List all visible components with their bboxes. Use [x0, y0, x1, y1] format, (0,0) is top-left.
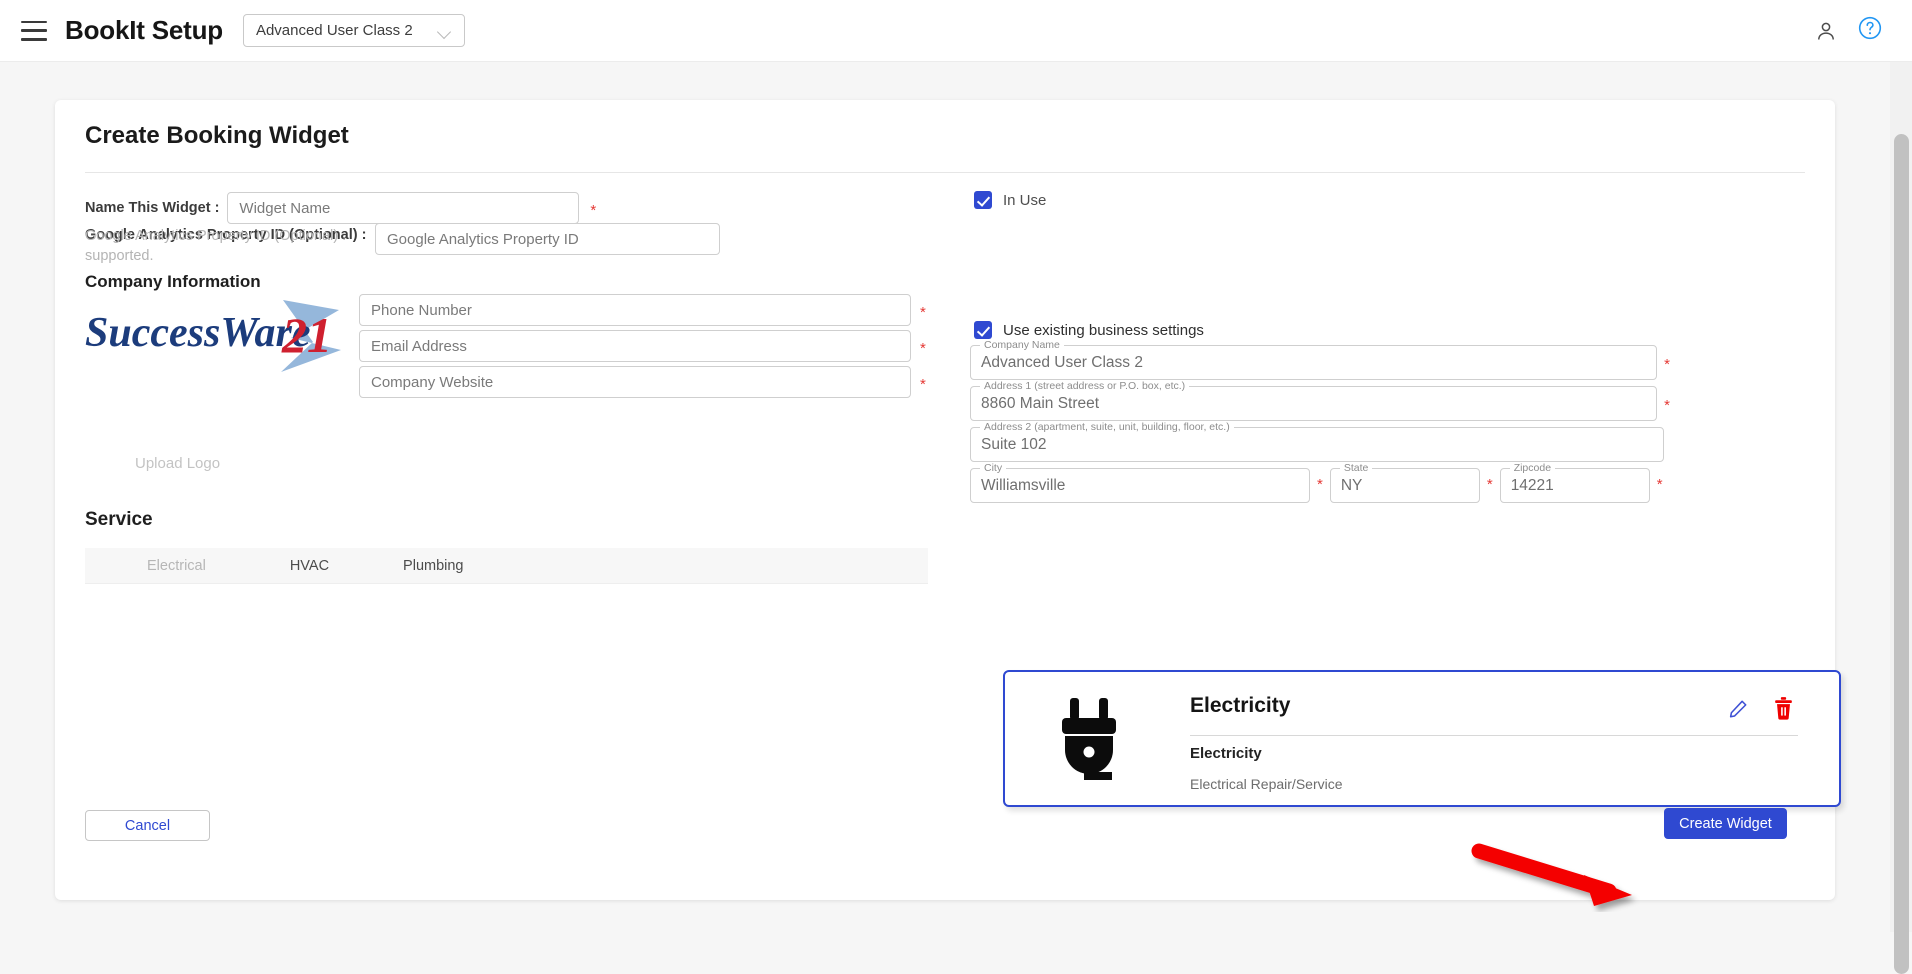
tab-hvac[interactable]: HVAC — [284, 558, 335, 574]
business-address-fields: Company Name * Address 1 (street address… — [970, 345, 1670, 509]
company-website-input[interactable] — [359, 366, 911, 398]
required-marker: * — [920, 305, 926, 320]
address-1-legend: Address 1 (street address or P.O. box, e… — [980, 380, 1189, 392]
required-marker: * — [590, 203, 596, 218]
cancel-button[interactable]: Cancel — [85, 810, 210, 841]
in-use-label: In Use — [1003, 192, 1046, 209]
svg-text:21: 21 — [281, 307, 332, 363]
tab-electrical[interactable]: Electrical — [141, 558, 212, 574]
page-scrollbar-track[interactable] — [1890, 62, 1912, 932]
address-2-legend: Address 2 (apartment, suite, unit, build… — [980, 421, 1234, 433]
tab-plumbing[interactable]: Plumbing — [397, 558, 469, 574]
app-title: BookIt Setup — [65, 15, 223, 46]
state-legend: State — [1340, 462, 1373, 474]
city-input[interactable] — [971, 469, 1309, 502]
in-use-checkbox[interactable] — [974, 191, 992, 209]
address2-line: Address 2 (apartment, suite, unit, build… — [970, 427, 1670, 468]
person-icon[interactable] — [1814, 19, 1838, 43]
required-marker: * — [1487, 477, 1493, 492]
ga-input-wrap — [375, 223, 720, 255]
required-marker: * — [1664, 398, 1670, 413]
service-card-description: Electrical Repair/Service — [1190, 776, 1343, 792]
service-card-actions — [1727, 697, 1794, 725]
required-marker: * — [1317, 477, 1323, 492]
zipcode-legend: Zipcode — [1510, 462, 1555, 474]
phone-number-input[interactable] — [359, 294, 911, 326]
address-2-field[interactable]: Address 2 (apartment, suite, unit, build… — [970, 427, 1664, 462]
use-existing-settings-label: Use existing business settings — [1003, 322, 1204, 339]
create-widget-button[interactable]: Create Widget — [1664, 808, 1787, 839]
address-1-field[interactable]: Address 1 (street address or P.O. box, e… — [970, 386, 1657, 421]
required-marker: * — [1664, 357, 1670, 372]
hamburger-menu-icon[interactable] — [21, 21, 47, 41]
use-existing-settings-checkbox[interactable] — [974, 321, 992, 339]
help-circle-icon[interactable] — [1858, 16, 1882, 45]
page-title: Create Booking Widget — [85, 122, 349, 150]
use-existing-settings-row: Use existing business settings — [974, 321, 1204, 339]
required-marker: * — [1657, 477, 1663, 492]
company-name-field[interactable]: Company Name — [970, 345, 1657, 380]
widget-name-row: Name This Widget : * — [85, 192, 596, 224]
company-name-input[interactable] — [971, 346, 1656, 379]
widget-name-input[interactable] — [227, 192, 579, 224]
service-card-title: Electricity — [1190, 694, 1290, 718]
pencil-icon[interactable] — [1727, 698, 1749, 725]
power-plug-icon — [1050, 698, 1128, 787]
ga-label-overlap: Google Analytics Property ID (Optional) … — [85, 228, 346, 244]
phone-row: * — [359, 294, 926, 326]
city-state-zip-row: City * State * Zipcode * — [970, 468, 1670, 509]
email-address-input[interactable] — [359, 330, 911, 362]
in-use-row: In Use — [974, 191, 1046, 209]
trash-icon[interactable] — [1773, 697, 1794, 725]
service-heading: Service — [85, 509, 153, 531]
service-card-electricity[interactable]: Electricity E — [1003, 670, 1841, 807]
service-tabbar: Electrical HVAC Plumbing — [85, 548, 928, 584]
website-row: * — [359, 366, 926, 398]
email-row: * — [359, 330, 926, 362]
svg-text:SuccessWare: SuccessWare — [85, 310, 311, 356]
page-body: Create Booking Widget Name This Widget :… — [0, 62, 1890, 932]
ga-property-id-input[interactable] — [375, 223, 720, 255]
create-widget-card: Create Booking Widget Name This Widget :… — [55, 100, 1835, 900]
service-card-divider — [1190, 735, 1798, 736]
required-marker: * — [920, 341, 926, 356]
city-field[interactable]: City — [970, 468, 1310, 503]
zipcode-field[interactable]: Zipcode — [1500, 468, 1650, 503]
upload-logo-label[interactable]: Upload Logo — [135, 455, 220, 472]
app-header: BookIt Setup Advanced User Class 2 — [0, 0, 1912, 62]
company-information-heading: Company Information — [85, 272, 261, 292]
company-contact-fields: * * * — [359, 294, 926, 402]
user-class-value: Advanced User Class 2 — [256, 22, 413, 39]
widget-name-label: Name This Widget : — [85, 200, 219, 216]
company-name-legend: Company Name — [980, 339, 1064, 351]
page-scrollbar-thumb[interactable] — [1894, 134, 1909, 974]
title-divider — [85, 172, 1805, 173]
city-legend: City — [980, 462, 1006, 474]
chevron-down-icon — [438, 24, 452, 38]
company-logo: SuccessWare 21 — [85, 298, 355, 374]
required-marker: * — [920, 377, 926, 392]
ga-hint-second-line: supported. — [85, 248, 154, 264]
user-class-dropdown[interactable]: Advanced User Class 2 — [243, 14, 465, 47]
service-card-subtitle: Electricity — [1190, 745, 1262, 762]
state-field[interactable]: State — [1330, 468, 1480, 503]
header-actions — [1814, 16, 1882, 45]
